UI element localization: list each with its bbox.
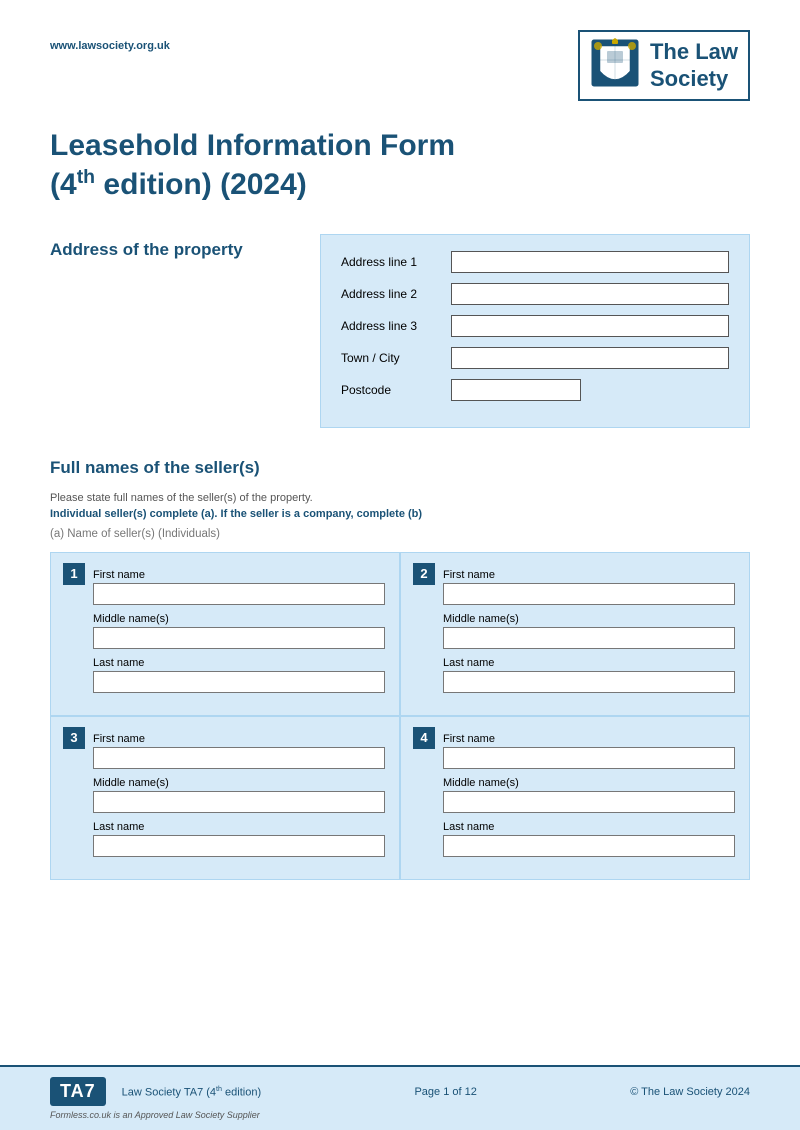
- footer-copyright: © The Law Society 2024: [630, 1086, 750, 1098]
- logo-text: The Law Society: [650, 39, 738, 92]
- seller-1-middlename-label: Middle name(s): [93, 613, 385, 625]
- logo-line2: Society: [650, 66, 738, 92]
- seller-2-firstname-label: First name: [443, 569, 735, 581]
- address-line1-input[interactable]: [451, 251, 729, 273]
- seller-1-firstname-input[interactable]: [93, 583, 385, 605]
- seller-number-2: 2: [413, 563, 435, 585]
- town-city-row: Town / City: [341, 347, 729, 369]
- seller-4-middlename-input[interactable]: [443, 791, 735, 813]
- seller-3-fields: First name Middle name(s) Last name: [65, 733, 385, 865]
- seller-3-firstname-label: First name: [93, 733, 385, 745]
- seller-2-fields: First name Middle name(s) Last name: [415, 569, 735, 701]
- website-url: www.lawsociety.org.uk: [50, 40, 170, 52]
- address-section: Address of the property Address line 1 A…: [50, 234, 750, 428]
- logo-container: The Law Society: [578, 30, 750, 101]
- footer-sub: Formless.co.uk is an Approved Law Societ…: [50, 1110, 750, 1120]
- seller-1-firstname-label: First name: [93, 569, 385, 581]
- seller-1-lastname-label: Last name: [93, 657, 385, 669]
- footer-edition: Law Society TA7 (4th edition): [122, 1085, 261, 1099]
- address-section-heading: Address of the property: [50, 240, 243, 260]
- seller-1-middlename-input[interactable]: [93, 627, 385, 649]
- header: www.lawsociety.org.uk: [50, 30, 750, 101]
- seller-card-2: 2 First name Middle name(s) Last name: [400, 552, 750, 716]
- sellers-section: Full names of the seller(s) Please state…: [50, 458, 750, 880]
- seller-number-1: 1: [63, 563, 85, 585]
- address-line2-input[interactable]: [451, 283, 729, 305]
- sellers-grid: 1 First name Middle name(s) Last name 2 …: [50, 552, 750, 880]
- seller-2-lastname-label: Last name: [443, 657, 735, 669]
- seller-3-middlename-input[interactable]: [93, 791, 385, 813]
- address-line3-label: Address line 3: [341, 319, 451, 333]
- sellers-sub-instruction: (a) Name of seller(s) (Individuals): [50, 528, 750, 540]
- seller-4-lastname-input[interactable]: [443, 835, 735, 857]
- sellers-section-heading: Full names of the seller(s): [50, 458, 750, 478]
- form-title: Leasehold Information Form (4th edition)…: [50, 126, 750, 204]
- seller-number-4: 4: [413, 727, 435, 749]
- seller-4-fields: First name Middle name(s) Last name: [415, 733, 735, 865]
- address-line2-label: Address line 2: [341, 287, 451, 301]
- seller-1-lastname-input[interactable]: [93, 671, 385, 693]
- seller-1-fields: First name Middle name(s) Last name: [65, 569, 385, 701]
- postcode-input[interactable]: [451, 379, 581, 401]
- footer-main: TA7 Law Society TA7 (4th edition) Page 1…: [50, 1077, 750, 1106]
- page: www.lawsociety.org.uk: [0, 0, 800, 1130]
- seller-3-firstname-input[interactable]: [93, 747, 385, 769]
- seller-2-middlename-input[interactable]: [443, 627, 735, 649]
- seller-3-middlename-label: Middle name(s): [93, 777, 385, 789]
- form-title-heading: Leasehold Information Form (4th edition)…: [50, 126, 750, 204]
- address-line2-row: Address line 2: [341, 283, 729, 305]
- footer: TA7 Law Society TA7 (4th edition) Page 1…: [0, 1065, 800, 1130]
- postcode-row: Postcode: [341, 379, 729, 401]
- sellers-instruction-bold: Individual seller(s) complete (a). If th…: [50, 508, 750, 520]
- footer-page: Page 1 of 12: [414, 1086, 476, 1098]
- seller-number-3: 3: [63, 727, 85, 749]
- footer-badge: TA7: [50, 1077, 106, 1106]
- seller-2-firstname-input[interactable]: [443, 583, 735, 605]
- law-society-crest-icon: [590, 38, 640, 93]
- address-line3-input[interactable]: [451, 315, 729, 337]
- seller-card-4: 4 First name Middle name(s) Last name: [400, 716, 750, 880]
- seller-3-lastname-input[interactable]: [93, 835, 385, 857]
- address-line1-label: Address line 1: [341, 255, 451, 269]
- footer-info: Law Society TA7 (4th edition) Page 1 of …: [122, 1085, 750, 1099]
- address-line3-row: Address line 3: [341, 315, 729, 337]
- seller-4-middlename-label: Middle name(s): [443, 777, 735, 789]
- town-city-label: Town / City: [341, 351, 451, 365]
- sellers-instruction: Please state full names of the seller(s)…: [50, 492, 750, 504]
- seller-2-middlename-label: Middle name(s): [443, 613, 735, 625]
- address-box: Address line 1 Address line 2 Address li…: [320, 234, 750, 428]
- seller-2-lastname-input[interactable]: [443, 671, 735, 693]
- logo-line1: The Law: [650, 39, 738, 65]
- seller-4-firstname-label: First name: [443, 733, 735, 745]
- address-line1-row: Address line 1: [341, 251, 729, 273]
- seller-4-lastname-label: Last name: [443, 821, 735, 833]
- seller-3-lastname-label: Last name: [93, 821, 385, 833]
- town-city-input[interactable]: [451, 347, 729, 369]
- seller-card-3: 3 First name Middle name(s) Last name: [50, 716, 400, 880]
- seller-card-1: 1 First name Middle name(s) Last name: [50, 552, 400, 716]
- postcode-label: Postcode: [341, 383, 451, 397]
- seller-4-firstname-input[interactable]: [443, 747, 735, 769]
